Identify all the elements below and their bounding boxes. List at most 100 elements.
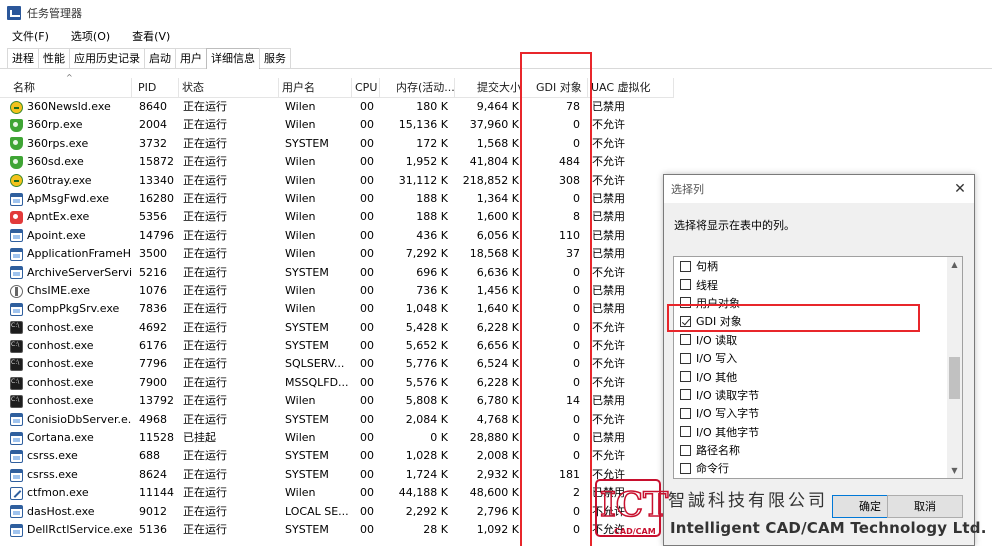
- cpu-cell: 00: [360, 320, 374, 334]
- process-name: ApntEx.exe: [27, 210, 90, 224]
- checkbox[interactable]: [680, 426, 691, 438]
- column-option[interactable]: I/O 读取字节: [674, 386, 962, 404]
- process-name: conhost.exe: [27, 339, 94, 353]
- tab-startup[interactable]: 启动: [144, 48, 176, 68]
- username-cell: Wilen: [285, 486, 316, 500]
- process-name-cell: dasHost.exe: [10, 503, 132, 521]
- column-listbox[interactable]: 句柄线程用户对象 GDI 对象 I/O 读取 I/O 写入 I/O 其他 I/O 读取字节…: [673, 256, 963, 479]
- shield-icon: [10, 155, 23, 169]
- tab-processes[interactable]: 进程: [7, 48, 39, 68]
- checkbox[interactable]: [680, 334, 691, 346]
- menu-view[interactable]: 查看(V): [121, 28, 181, 44]
- menu-options[interactable]: 选项(O): [60, 28, 121, 44]
- table-row[interactable]: 360sd.exe 15872 正在运行 Wilen 00 1,952 K 41,804 K…: [0, 153, 674, 171]
- memory-cell: 28 K: [423, 522, 448, 536]
- column-header-cpu[interactable]: CPU: [352, 78, 380, 98]
- column-option[interactable]: I/O 读取: [674, 331, 962, 349]
- uac-cell: 不允许: [592, 265, 625, 279]
- column-header-commit-size[interactable]: 提交大小: [455, 78, 522, 98]
- cpu-cell: 00: [360, 449, 374, 463]
- checkbox[interactable]: [680, 297, 691, 309]
- table-row[interactable]: 360rp.exe 2004 正在运行 Wilen 00 15,136 K 37,960 K…: [0, 116, 674, 134]
- table-row[interactable]: conhost.exe 7796 正在运行 SQLSERV... 00 5,776 K 6,…: [0, 355, 674, 373]
- table-row[interactable]: ApplicationFrameH... 3500 正在运行 Wilen 00 7,292…: [0, 245, 674, 263]
- scroll-up-icon[interactable]: ▲: [947, 257, 962, 272]
- table-row[interactable]: Apoint.exe 14796 正在运行 Wilen 00 436 K 6,056 K 11…: [0, 227, 674, 245]
- listbox-scrollbar[interactable]: ▲ ▼: [947, 257, 962, 478]
- table-row[interactable]: ctfmon.exe 11144 正在运行 Wilen 00 44,188 K 48,600…: [0, 484, 674, 502]
- column-option[interactable]: I/O 其他: [674, 367, 962, 385]
- table-row[interactable]: ApntEx.exe 5356 正在运行 Wilen 00 188 K 1,600 K 8 已禁…: [0, 208, 674, 226]
- cancel-button[interactable]: 取消: [887, 495, 963, 518]
- column-option[interactable]: 用户对象: [674, 294, 962, 312]
- table-row[interactable]: conhost.exe 6176 正在运行 SYSTEM 00 5,652 K 6,656 …: [0, 337, 674, 355]
- column-option[interactable]: I/O 其他字节: [674, 423, 962, 441]
- column-header-name[interactable]: 名称: [10, 78, 132, 98]
- tab-details[interactable]: 详细信息: [206, 48, 260, 69]
- column-option[interactable]: I/O 写入字节: [674, 404, 962, 422]
- table-row[interactable]: conhost.exe 4692 正在运行 SYSTEM 00 5,428 K 6,228 …: [0, 319, 674, 337]
- table-row[interactable]: ConisioDbServer.e... 4968 正在运行 SYSTEM 00 2,08…: [0, 411, 674, 429]
- uac-cell: 不允许: [592, 155, 625, 169]
- column-option[interactable]: 线程: [674, 275, 962, 293]
- close-icon[interactable]: ✕: [946, 175, 974, 203]
- checkbox[interactable]: [680, 389, 691, 401]
- column-header-memory[interactable]: 内存(活动...: [380, 78, 455, 98]
- column-header-status[interactable]: 状态: [179, 78, 279, 98]
- checkbox[interactable]: [680, 371, 691, 383]
- memory-cell: 15,136 K: [398, 118, 448, 132]
- column-header-gdi-objects[interactable]: GDI 对象: [522, 78, 588, 98]
- memory-cell: 7,292 K: [405, 247, 448, 261]
- memory-cell: 188 K: [416, 191, 448, 205]
- column-option[interactable]: 句柄: [674, 257, 962, 275]
- table-row[interactable]: ApMsgFwd.exe 16280 正在运行 Wilen 00 188 K 1,364 K…: [0, 190, 674, 208]
- table-row[interactable]: dasHost.exe 9012 正在运行 LOCAL SE... 00 2,292 K 2…: [0, 503, 674, 521]
- column-option[interactable]: GDI 对象: [674, 312, 962, 330]
- column-option[interactable]: 路径名称: [674, 441, 962, 459]
- gdi-objects-cell: 14: [566, 394, 580, 408]
- table-row[interactable]: Cortana.exe 11528 已挂起 Wilen 00 0 K 28,880 K 0 已禁…: [0, 429, 674, 447]
- shield-icon: [10, 137, 23, 151]
- table-row[interactable]: CompPkgSrv.exe 7836 正在运行 Wilen 00 1,048 K 1,64…: [0, 300, 674, 318]
- table-row[interactable]: csrss.exe 688 正在运行 SYSTEM 00 1,028 K 2,008 K 0不…: [0, 447, 674, 465]
- column-option-label: 线程: [696, 278, 718, 292]
- scroll-down-icon[interactable]: ▼: [947, 463, 962, 478]
- memory-cell: 180 K: [416, 100, 448, 113]
- scrollbar-thumb[interactable]: [949, 357, 960, 399]
- pid-cell: 1076: [139, 283, 167, 297]
- table-row[interactable]: 360tray.exe 13340 正在运行 Wilen 00 31,112 K 218,8…: [0, 172, 674, 190]
- checkbox[interactable]: [680, 462, 691, 474]
- table-row[interactable]: ChsIME.exe 1076 正在运行 Wilen 00 736 K 1,456 K 0 已禁…: [0, 282, 674, 300]
- column-header-pid[interactable]: PID: [135, 78, 179, 98]
- table-row[interactable]: 360rps.exe 3732 正在运行 SYSTEM 00 172 K 1,568 K 0不…: [0, 135, 674, 153]
- column-option[interactable]: 命令行: [674, 459, 962, 477]
- tab-users[interactable]: 用户: [175, 48, 207, 68]
- commit-size-cell: 6,228 K: [476, 320, 519, 334]
- checkbox-checked[interactable]: [680, 315, 691, 327]
- username-cell: LOCAL SE...: [285, 504, 349, 518]
- cpu-cell: 00: [360, 118, 374, 132]
- commit-size-cell: 1,568 K: [476, 136, 519, 150]
- table-row[interactable]: DellRctlService.exe 5136 正在运行 SYSTEM 00 28 K 1…: [0, 521, 674, 539]
- table-row[interactable]: conhost.exe 7900 正在运行 MSSQLFD... 00 5,576 K 6,…: [0, 374, 674, 392]
- tab-performance[interactable]: 性能: [38, 48, 70, 68]
- select-columns-dialog: 选择列 ✕ 选择将显示在表中的列。 句柄 线程 用户对象 GDI 对象 I/O 读取 I/…: [663, 174, 975, 546]
- column-header-username[interactable]: 用户名: [279, 78, 352, 98]
- tab-services[interactable]: 服务: [259, 48, 291, 68]
- table-row[interactable]: 360Newsld.exe 8640 正在运行 Wilen 00 180 K 9,464 K…: [0, 98, 674, 116]
- status-cell: 正在运行: [183, 339, 227, 353]
- tab-app-history[interactable]: 应用历史记录: [69, 48, 145, 68]
- table-row[interactable]: conhost.exe 13792 正在运行 Wilen 00 5,808 K 6,780 …: [0, 392, 674, 410]
- table-row[interactable]: ArchiveServerServi... 5216 正在运行 SYSTEM 00 696…: [0, 264, 674, 282]
- checkbox[interactable]: [680, 352, 691, 364]
- menu-file[interactable]: 文件(F): [0, 28, 60, 44]
- column-option[interactable]: I/O 写入: [674, 349, 962, 367]
- checkbox[interactable]: [680, 407, 691, 419]
- checkbox[interactable]: [680, 260, 691, 272]
- username-cell: Wilen: [285, 118, 316, 132]
- checkbox[interactable]: [680, 444, 691, 456]
- table-body: 360Newsld.exe 8640 正在运行 Wilen 00 180 K 9,464 K…: [0, 98, 674, 539]
- column-header-uac-virtualization[interactable]: UAC 虚拟化: [588, 78, 674, 98]
- table-row[interactable]: csrss.exe 8624 正在运行 SYSTEM 00 1,724 K 2,932 K 1…: [0, 466, 674, 484]
- checkbox[interactable]: [680, 279, 691, 291]
